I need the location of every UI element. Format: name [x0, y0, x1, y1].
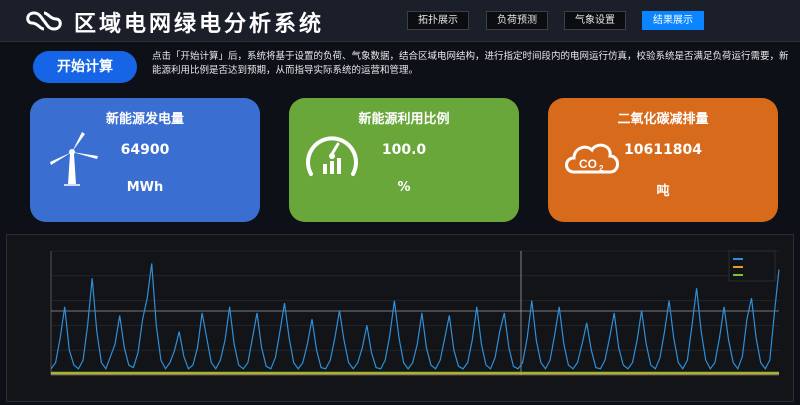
svg-text:CO: CO — [579, 157, 597, 171]
svg-text:2: 2 — [599, 164, 604, 173]
tab-results[interactable]: 结果展示 — [642, 11, 704, 30]
series-line-0 — [50, 263, 780, 371]
logo-icon — [26, 11, 62, 31]
tab-topology[interactable]: 拓扑展示 — [407, 11, 469, 30]
tab-weather-settings[interactable]: 气象设置 — [564, 11, 626, 30]
card-unit: MWh — [126, 180, 164, 195]
card-title: 二氧化碳减排量 — [617, 112, 709, 127]
card-co2-reduction: CO 2 二氧化碳减排量 10611804 吨 — [548, 98, 778, 222]
card-unit: 吨 — [656, 184, 670, 199]
card-value: 100.0 — [381, 142, 427, 158]
card-renewable-ratio: 新能源利用比例 100.0 % — [289, 98, 519, 222]
card-title: 新能源利用比例 — [358, 112, 450, 127]
card-renewable-generation: 新能源发电量 64900 MWh — [30, 98, 260, 222]
card-title: 新能源发电量 — [105, 112, 184, 127]
app-header: 区域电网绿电分析系统 拓扑展示 负荷预测 气象设置 结果展示 — [0, 0, 800, 42]
app-title: 区域电网绿电分析系统 — [74, 12, 325, 37]
start-calculation-button[interactable]: 开始计算 — [33, 51, 137, 83]
time-series-chart[interactable] — [7, 235, 795, 403]
card-value: 10611804 — [624, 142, 702, 158]
description-text: 点击「开始计算」后，系统将基于设置的负荷、气象数据，结合区域电网结构，进行指定时… — [152, 51, 789, 76]
card-unit: % — [397, 180, 411, 195]
card-value: 64900 — [120, 142, 170, 158]
tab-load-forecast[interactable]: 负荷预测 — [486, 11, 548, 30]
time-series-chart-panel — [6, 234, 794, 402]
